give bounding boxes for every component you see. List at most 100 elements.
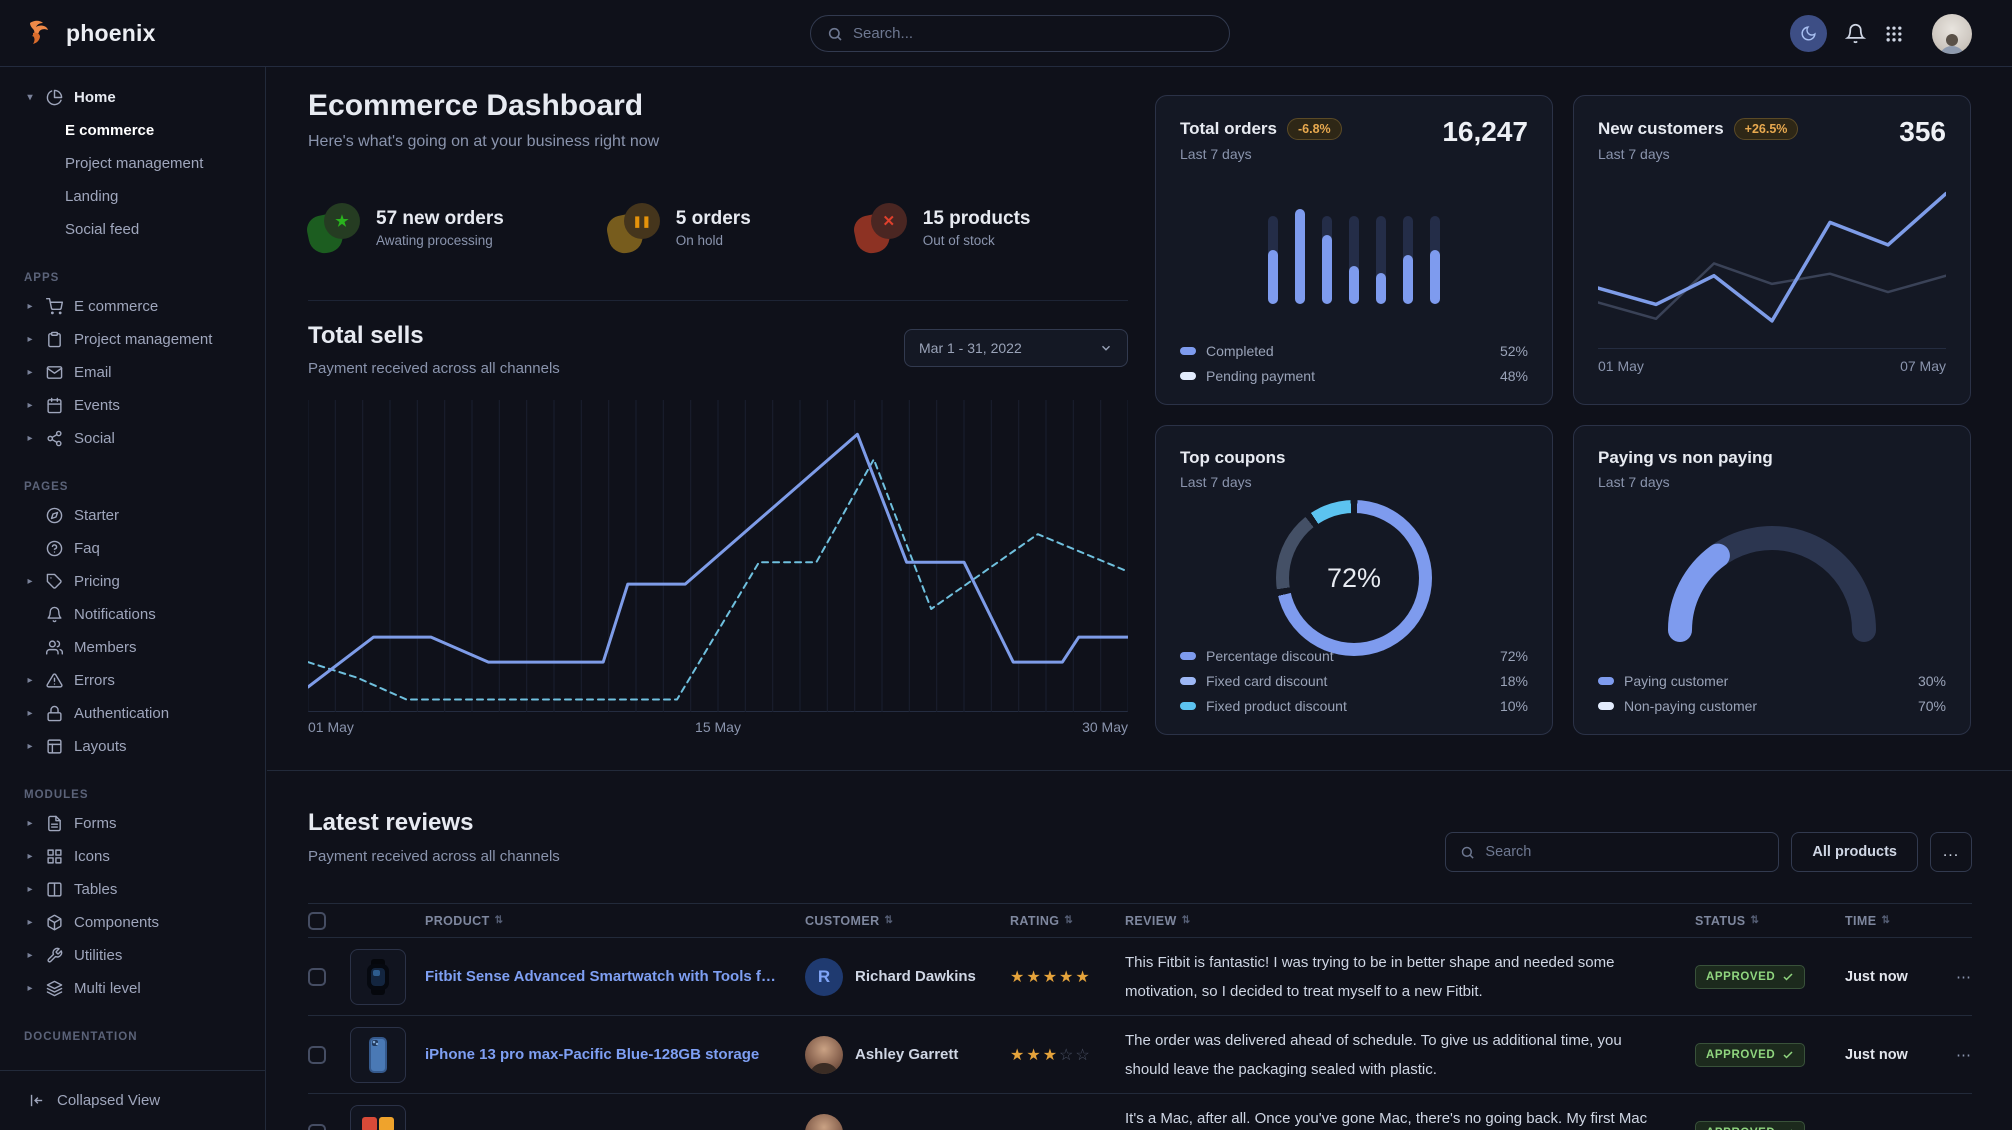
card-period: Last 7 days	[1180, 146, 1528, 162]
product-thumbnail[interactable]	[350, 1027, 406, 1083]
sidebar-item-forms[interactable]: ▸Forms	[0, 807, 265, 840]
order-bar	[1349, 216, 1359, 304]
status-badge: APPROVED	[1695, 1121, 1805, 1130]
sidebar-item-utilities[interactable]: ▸Utilities	[0, 939, 265, 972]
reviews-search-input[interactable]	[1485, 844, 1764, 860]
sidebar-item-events[interactable]: ▸Events	[0, 389, 265, 422]
sidebar-subitem-landing[interactable]: Landing	[0, 180, 265, 213]
customer-name: Richard Dawkins	[855, 968, 976, 985]
sort-icon: ⇅	[885, 915, 894, 926]
sidebar-item-components[interactable]: ▸Components	[0, 906, 265, 939]
sidebar-subitem-social-feed[interactable]: Social feed	[0, 213, 265, 246]
caret-right-icon: ▸	[24, 400, 36, 411]
sidebar-subitem-e-commerce[interactable]: E commerce	[0, 114, 265, 147]
column-header-time[interactable]: TIME⇅	[1845, 914, 1940, 928]
brand-logo[interactable]: phoenix	[0, 19, 266, 47]
apps-grid-button[interactable]	[1884, 24, 1904, 44]
sidebar-item-label: Project management	[74, 331, 212, 348]
total-sells-title: Total sells	[308, 322, 424, 350]
top-coupons-card: Top coupons Last 7 days 72% Percentage d…	[1155, 425, 1553, 735]
row-actions-button[interactable]: ⋯	[1940, 968, 1972, 986]
sidebar-subitem-project-management[interactable]: Project management	[0, 147, 265, 180]
sidebar-item-social[interactable]: ▸Social	[0, 422, 265, 455]
sidebar-item-e-commerce[interactable]: ▸E commerce	[0, 290, 265, 323]
status-badge: APPROVED	[1695, 965, 1805, 989]
sidebar-item-label: Authentication	[74, 705, 169, 722]
select-all-checkbox[interactable]	[308, 912, 326, 930]
column-header-product[interactable]: PRODUCT⇅	[425, 914, 805, 928]
caret-right-icon: ▸	[24, 917, 36, 928]
legend-label: Non-paying customer	[1624, 698, 1757, 714]
sidebar-item-email[interactable]: ▸Email	[0, 356, 265, 389]
column-header-rating[interactable]: RATING⇅	[1010, 914, 1125, 928]
sidebar-section-label: MODULES	[24, 789, 265, 807]
sidebar-item-tables[interactable]: ▸Tables	[0, 873, 265, 906]
sidebar-item-notifications[interactable]: Notifications	[0, 598, 265, 631]
grid-icon	[46, 848, 64, 866]
sidebar-item-errors[interactable]: ▸Errors	[0, 664, 265, 697]
sidebar-item-members[interactable]: Members	[0, 631, 265, 664]
phoenix-flame-icon	[26, 19, 56, 47]
dark-mode-toggle[interactable]	[1790, 15, 1827, 52]
customer-cell[interactable]: RRichard Dawkins	[805, 958, 1010, 996]
row-checkbox[interactable]	[308, 1046, 326, 1064]
order-bar	[1268, 216, 1278, 304]
latest-reviews-subtitle: Payment received across all channels	[308, 848, 560, 865]
sidebar-item-pricing[interactable]: ▸Pricing	[0, 565, 265, 598]
date-range-select[interactable]: Mar 1 - 31, 2022	[904, 329, 1128, 367]
product-thumbnail[interactable]	[350, 949, 406, 1005]
column-header-customer[interactable]: CUSTOMER⇅	[805, 914, 1010, 928]
reviews-more-button[interactable]: ...	[1930, 832, 1972, 872]
sidebar-item-authentication[interactable]: ▸Authentication	[0, 697, 265, 730]
orders-legend: Completed52%Pending payment48%	[1180, 338, 1528, 388]
sidebar-item-label: Forms	[74, 815, 117, 832]
product-thumbnail[interactable]	[350, 1105, 406, 1130]
legend-swatch	[1598, 677, 1614, 685]
legend-label: Percentage discount	[1206, 648, 1334, 664]
sidebar-item-home[interactable]: ▾ Home	[0, 81, 265, 114]
page-title: Ecommerce Dashboard	[308, 89, 643, 123]
column-header-review[interactable]: REVIEW⇅	[1125, 914, 1695, 928]
customer-cell[interactable]: Ashley Garrett	[805, 1036, 1010, 1074]
paying-gauge-chart	[1632, 498, 1912, 648]
stat-sub: On hold	[676, 233, 751, 248]
sidebar-item-project-management[interactable]: ▸Project management	[0, 323, 265, 356]
sort-icon: ⇅	[1064, 915, 1073, 926]
review-text: It's a Mac, after all. Once you've gone …	[1125, 1104, 1695, 1130]
order-bar	[1430, 216, 1440, 304]
sidebar-item-icons[interactable]: ▸Icons	[0, 840, 265, 873]
sort-icon: ⇅	[1751, 915, 1760, 926]
legend-value: 52%	[1500, 343, 1528, 359]
sidebar-item-multi-level[interactable]: ▸Multi level	[0, 972, 265, 1005]
legend-label: Fixed product discount	[1206, 698, 1347, 714]
collapse-view-toggle[interactable]: Collapsed View	[0, 1070, 265, 1130]
top-actions	[1790, 0, 1972, 67]
global-search[interactable]	[810, 15, 1230, 52]
customer-cell[interactable]	[805, 1114, 1010, 1130]
trend-badge: +26.5%	[1734, 118, 1799, 140]
row-actions-button[interactable]: ⋯	[1940, 1124, 1972, 1130]
user-avatar[interactable]	[1932, 14, 1972, 54]
x-axis-label: 07 May	[1900, 358, 1946, 374]
row-checkbox[interactable]	[308, 1124, 326, 1130]
legend-row: Fixed card discount18%	[1180, 668, 1528, 693]
all-products-filter-button[interactable]: All products	[1791, 832, 1918, 872]
product-link[interactable]: iPhone 13 pro max-Pacific Blue-128GB sto…	[425, 1046, 805, 1063]
chevron-down-icon	[1099, 341, 1113, 355]
sidebar-item-label: Pricing	[74, 573, 120, 590]
notifications-bell-button[interactable]	[1845, 23, 1866, 44]
row-checkbox[interactable]	[308, 968, 326, 986]
global-search-input[interactable]	[853, 25, 1213, 42]
sidebar-item-faq[interactable]: Faq	[0, 532, 265, 565]
legend-row: Paying customer30%	[1598, 668, 1946, 693]
reviews-search[interactable]	[1445, 832, 1779, 872]
product-link[interactable]: Fitbit Sense Advanced Smartwatch with To…	[425, 968, 805, 985]
sidebar-item-layouts[interactable]: ▸Layouts	[0, 730, 265, 763]
column-header-status[interactable]: STATUS⇅	[1695, 914, 1845, 928]
row-actions-button[interactable]: ⋯	[1940, 1046, 1972, 1064]
latest-reviews-title: Latest reviews	[308, 809, 473, 837]
sidebar-item-starter[interactable]: Starter	[0, 499, 265, 532]
new-customers-card: New customers +26.5% 356 Last 7 days 01 …	[1573, 95, 1971, 405]
sort-icon: ⇅	[495, 915, 504, 926]
sidebar-item-label: Starter	[74, 507, 119, 524]
